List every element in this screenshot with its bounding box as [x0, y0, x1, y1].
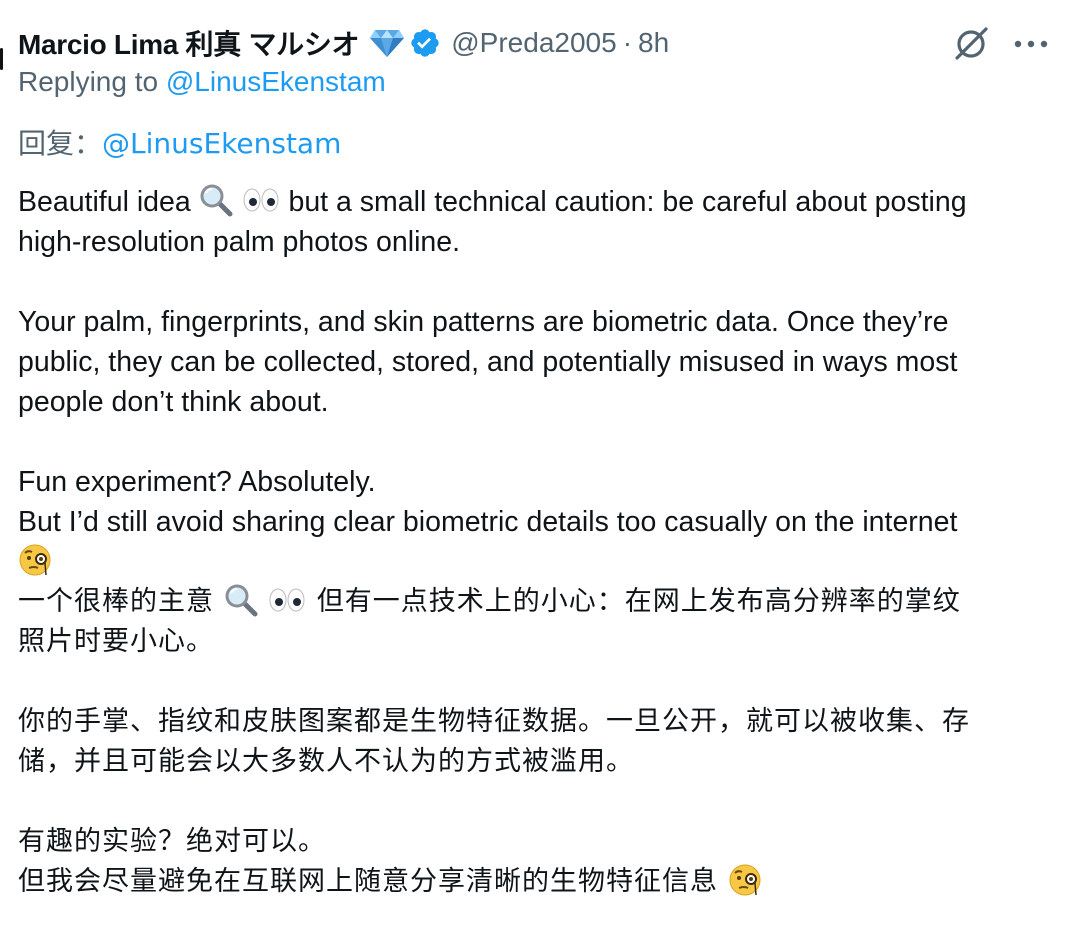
gem-icon — [369, 28, 405, 58]
text-segment: 但我会尽量避免在互联网上随意分享清晰的生物特征信息 — [18, 866, 718, 897]
text-line: people don’t think about. — [18, 386, 329, 418]
translated-replying-line: 回复：@LinusEkenstam — [18, 122, 341, 162]
text-line: Your palm, fingerprints, and skin patter… — [18, 306, 949, 338]
text-line: 有趣的实验？绝对可以。 — [18, 826, 326, 857]
author-display-name[interactable]: Marcio Lima 利真 マルシオ — [18, 23, 360, 63]
text-line: Fun experiment? Absolutely. — [18, 466, 376, 498]
text-line: high-resolution palm photos online. — [18, 226, 461, 258]
text-line: 一个很棒的主意 但有一点技术上的小心：在网上发布高分辨率的掌纹 — [18, 582, 1058, 622]
face-with-monocle-icon — [728, 863, 762, 897]
thread-connector-line — [0, 48, 3, 70]
text-segment: 一个很棒的主意 — [18, 586, 214, 617]
header-actions — [952, 22, 1048, 64]
post-body: Beautiful idea but a small technical cau… — [18, 182, 1058, 902]
eyes-icon — [267, 583, 307, 617]
more-options-icon[interactable] — [1014, 37, 1048, 49]
author-handle[interactable]: @Preda2005 — [451, 27, 616, 59]
text-line: But I’d still avoid sharing clear biomet… — [18, 506, 958, 538]
post-header: Marcio Lima 利真 マルシオ @Preda2005 · 8h — [18, 22, 1048, 64]
reply-mention-link[interactable]: @LinusEkenstam — [166, 66, 386, 97]
separator-dot: · — [622, 27, 633, 58]
text-line: public, they can be collected, stored, a… — [18, 346, 958, 378]
text-line: Beautiful idea but a small technical cau… — [18, 182, 1058, 222]
text-segment: 但有一点技术上的小心：在网上发布高分辨率的掌纹 — [316, 586, 961, 617]
text-line: 但我会尽量避免在互联网上随意分享清晰的生物特征信息 — [18, 862, 1058, 902]
translated-reply-mention-link[interactable]: @LinusEkenstam — [102, 127, 341, 160]
replying-to-label: Replying to — [18, 66, 166, 97]
verified-badge-icon[interactable] — [409, 27, 441, 59]
text-segment: but a small technical caution: be carefu… — [288, 186, 967, 218]
text-line — [18, 542, 1058, 582]
grok-icon[interactable] — [952, 23, 992, 63]
eyes-icon — [241, 183, 281, 217]
text-segment: Beautiful idea — [18, 186, 191, 218]
replying-to-line: Replying to @LinusEkenstam — [18, 66, 386, 98]
magnifying-glass-icon — [224, 583, 258, 617]
post-timestamp[interactable]: 8h — [638, 27, 669, 59]
text-line: 储，并且可能会以大多数人不认为的方式被滥用。 — [18, 746, 634, 777]
face-with-monocle-icon — [18, 543, 52, 577]
magnifying-glass-icon — [199, 183, 233, 217]
translated-replying-label: 回复： — [18, 127, 103, 160]
text-line: 照片时要小心。 — [18, 626, 214, 657]
text-line: 你的手掌、指纹和皮肤图案都是生物特征数据。一旦公开，就可以被收集、存 — [18, 706, 970, 737]
